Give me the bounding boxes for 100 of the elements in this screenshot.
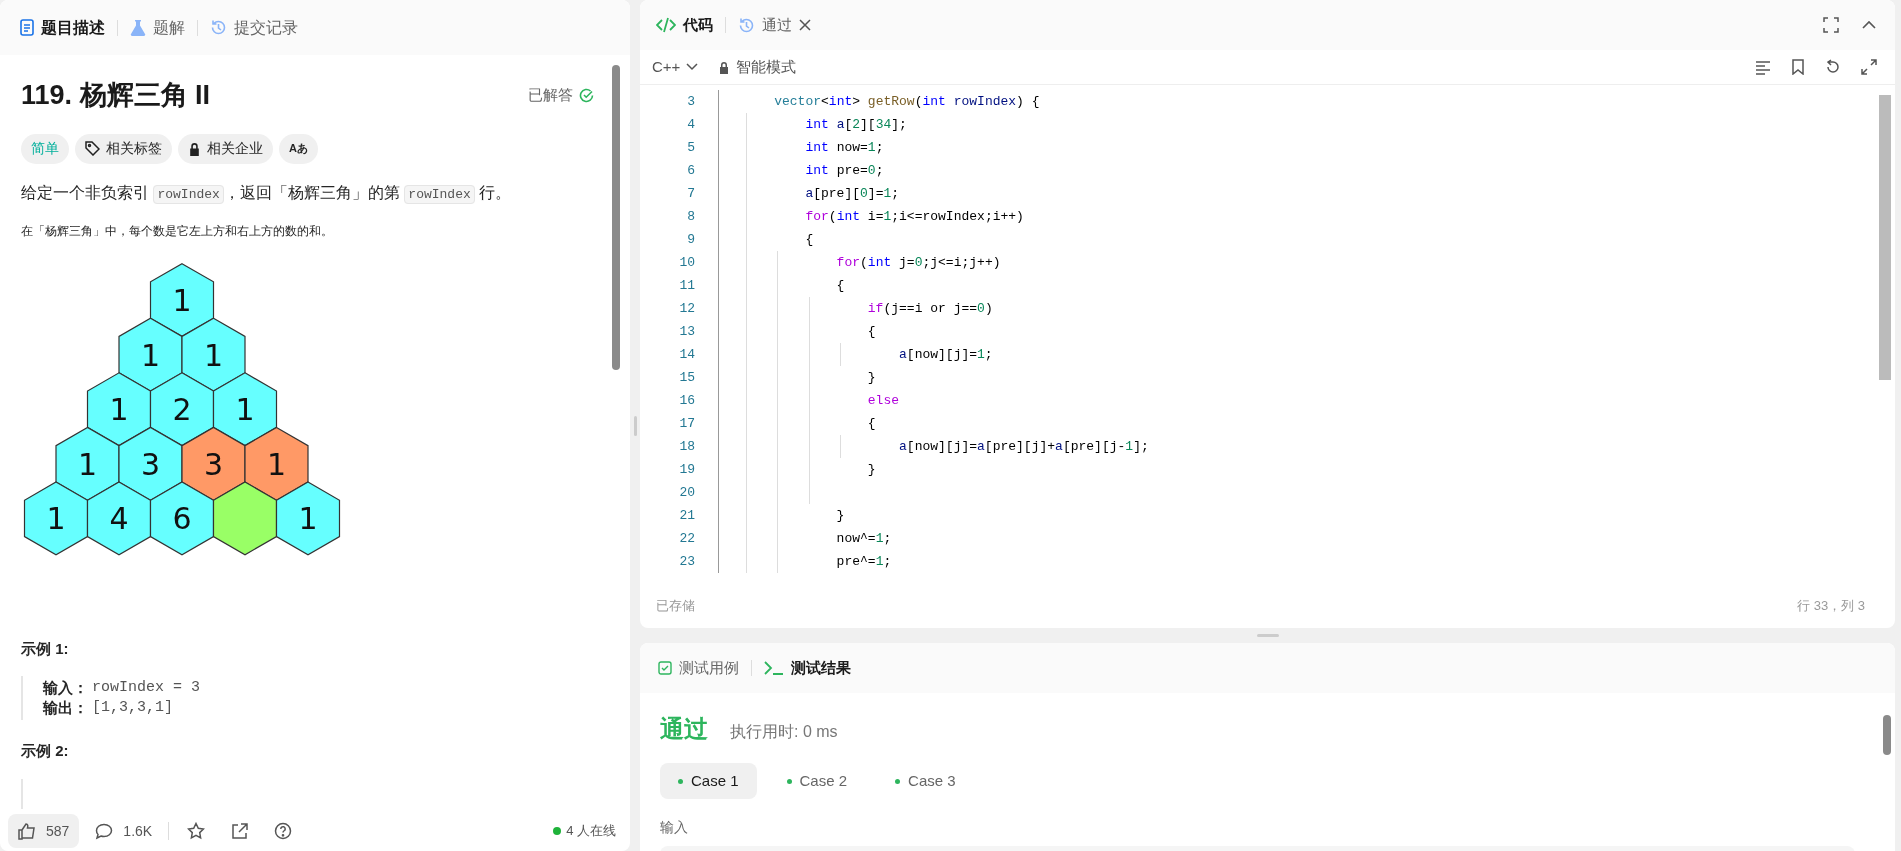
share-icon[interactable]	[231, 822, 249, 840]
code-line: for(int i=1;i<=rowIndex;i++)	[804, 207, 1024, 226]
problem-title: 119. 杨辉三角 II	[21, 79, 211, 112]
code-line: for(int j=0;j<=i;j++)	[835, 253, 1001, 272]
example-heading: 示例 1:	[21, 638, 70, 659]
code-line: vector<int> getRow(int rowIndex) {	[773, 92, 1040, 111]
case-tab[interactable]: Case 3	[877, 763, 974, 799]
thumbs-up-icon	[18, 822, 36, 840]
line-number: 4	[686, 115, 696, 134]
line-number: 3	[686, 92, 696, 111]
hexagon-cell: 1	[181, 317, 246, 392]
chevron-down-icon	[686, 63, 699, 71]
tab[interactable]: 测试用例	[654, 652, 743, 684]
code-icon	[656, 17, 676, 33]
scrollbar[interactable]	[1883, 715, 1891, 755]
code-line: else	[866, 391, 900, 410]
star-icon[interactable]	[187, 822, 206, 840]
mode-label[interactable]: 智能模式	[736, 55, 1755, 79]
case-tab[interactable]: Case 2	[768, 763, 866, 799]
hexagon-cell: 1	[86, 371, 152, 446]
code-line: if(j==i or j==0)	[866, 299, 993, 318]
hexagon-cell: 1	[55, 426, 120, 501]
code-line: {	[866, 322, 876, 341]
help-icon[interactable]	[274, 822, 293, 840]
language-selector[interactable]: C++	[652, 55, 699, 79]
code-line: }	[835, 506, 845, 525]
hexagon-cell: 1	[275, 480, 341, 555]
hexagon-cell: 1	[149, 262, 215, 337]
code-line: {	[804, 230, 814, 249]
scrollbar[interactable]	[612, 65, 620, 370]
hexagon-cell: 3	[118, 426, 183, 501]
like-button[interactable]: 587	[8, 814, 80, 848]
line-number: 21	[678, 506, 696, 525]
line-number: 8	[686, 207, 696, 226]
lock-icon	[718, 60, 731, 74]
bookmark-icon[interactable]	[1791, 59, 1805, 75]
hexagon-cell: 2	[149, 371, 215, 446]
line-number: 15	[678, 368, 696, 387]
line-number: 23	[678, 552, 696, 571]
code-line: a[pre][0]=1;	[804, 184, 900, 203]
tab[interactable]: 提交记录	[206, 11, 302, 44]
line-number: 16	[678, 391, 696, 410]
line-number: 18	[678, 437, 696, 456]
resize-handle[interactable]	[633, 415, 637, 436]
line-number: 19	[678, 460, 696, 479]
verdict: 通过	[660, 714, 708, 744]
line-number: 22	[678, 529, 696, 548]
code-line: a[now][j]=a[pre][j]+a[pre][j-1];	[898, 437, 1149, 456]
line-number: 10	[678, 253, 696, 272]
line-number: 11	[678, 276, 696, 295]
history-icon	[210, 19, 227, 36]
line-number: 9	[686, 230, 696, 249]
tab[interactable]: 代码	[652, 9, 717, 41]
line-number: 7	[686, 184, 696, 203]
line-number: 14	[678, 345, 696, 364]
hexagon-cell: 6	[149, 480, 215, 555]
translate-button[interactable]: Aあ	[279, 133, 318, 164]
tab[interactable]: 测试结果	[760, 652, 855, 684]
saved-status: 已存储	[656, 596, 695, 615]
comment-icon	[95, 822, 114, 840]
cursor-position: 行 33，列 3	[1797, 596, 1865, 615]
close-icon[interactable]	[799, 19, 811, 31]
line-number: 17	[678, 414, 696, 433]
hexagon-cell: 4	[86, 480, 152, 555]
flask-icon	[130, 19, 146, 36]
example-heading: 示例 2:	[21, 741, 70, 761]
tab[interactable]: 题解	[126, 11, 189, 44]
scrollbar[interactable]	[1879, 95, 1891, 380]
resize-handle[interactable]	[1256, 634, 1279, 637]
code-line: pre^=1;	[835, 552, 892, 571]
code-line: }	[866, 368, 876, 387]
runtime: 执行用时: 0 ms	[730, 722, 838, 742]
expand-icon[interactable]	[1861, 59, 1877, 75]
tag-button[interactable]: 相关企业	[178, 133, 273, 164]
case-tab[interactable]: Case 1	[660, 763, 757, 799]
code-line: int now=1;	[804, 138, 884, 157]
fullscreen-icon[interactable]	[1823, 17, 1839, 33]
tab[interactable]: 通过	[734, 9, 815, 41]
code-line: a[now][j]=1;	[898, 345, 993, 364]
example-label: 输出：	[43, 698, 88, 718]
line-number: 12	[678, 299, 696, 318]
code-line: {	[835, 276, 845, 295]
tag-icon	[85, 141, 100, 156]
format-icon[interactable]	[1755, 59, 1771, 75]
code-line: {	[866, 414, 876, 433]
hexagon-cell: 3	[181, 426, 246, 501]
hexagon-cell: 1	[118, 317, 183, 392]
tab[interactable]: 题目描述	[16, 11, 109, 44]
example-label: 输入：	[43, 678, 88, 698]
lock-icon	[188, 141, 201, 156]
reset-icon[interactable]	[1825, 59, 1841, 75]
hexagon-cell: 1	[212, 371, 278, 446]
comments-button[interactable]: 1.6K	[89, 820, 159, 842]
line-number: 20	[678, 483, 696, 502]
history-icon	[738, 16, 755, 34]
hexagon-cell: 1	[23, 480, 89, 555]
hexagon-cell: 1	[244, 426, 309, 501]
tag-button[interactable]: 相关标签	[75, 133, 172, 164]
code-line: }	[866, 460, 876, 479]
code-line: int a[2][34];	[804, 115, 907, 134]
